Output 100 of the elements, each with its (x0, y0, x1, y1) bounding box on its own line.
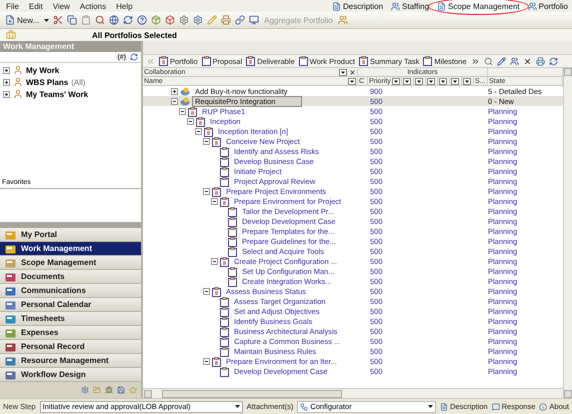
collapse-icon[interactable] (179, 108, 186, 115)
person-icon (13, 89, 23, 99)
collapse-icon[interactable] (195, 128, 202, 135)
dropdown-button[interactable] (348, 78, 356, 84)
nav-item[interactable]: Personal Record (0, 340, 141, 354)
dropdown-button[interactable] (439, 78, 447, 84)
globe-icon[interactable] (109, 15, 120, 25)
bug-icon[interactable] (105, 386, 113, 394)
people-icon (391, 2, 400, 10)
task-icon (228, 226, 237, 236)
view-tab[interactable]: Staffing (387, 0, 434, 12)
menu-item[interactable]: View (50, 2, 78, 10)
star-icon[interactable] (129, 386, 137, 394)
tree-item[interactable]: My Teams' Work (26, 90, 88, 98)
horizontal-scrollbar[interactable] (143, 388, 563, 398)
nav-item[interactable]: Expenses (0, 326, 141, 340)
nav-item[interactable]: Communications (0, 284, 141, 298)
tree-item[interactable]: My Work (26, 66, 60, 74)
nav-item[interactable]: Resource Management (0, 354, 141, 368)
link-icon[interactable] (235, 15, 246, 25)
nav-item[interactable]: Work Management (0, 242, 141, 256)
dropdown-button[interactable] (427, 78, 435, 84)
monitor-icon[interactable] (249, 15, 260, 25)
new-icon (5, 15, 15, 25)
splitter-handle[interactable] (0, 223, 141, 228)
view-tab[interactable]: Portfolio (524, 0, 572, 12)
save-icon[interactable] (117, 386, 125, 394)
expand-icon[interactable] (171, 88, 178, 95)
summary-task-icon (212, 356, 221, 366)
people-icon (528, 2, 537, 10)
search-icon[interactable] (95, 15, 106, 25)
expand-icon[interactable] (3, 90, 10, 98)
menu-item[interactable]: File (4, 2, 27, 10)
dropdown-button[interactable] (403, 78, 411, 84)
tree-item-note: (All) (71, 78, 86, 86)
help-icon[interactable] (137, 15, 148, 25)
more-icon[interactable] (470, 56, 480, 66)
menu-item[interactable]: Help (114, 2, 141, 10)
task-icon (202, 56, 211, 66)
refresh-icon[interactable] (123, 15, 134, 25)
nav-item[interactable]: Timesheets (0, 312, 141, 326)
task-icon (220, 166, 229, 176)
tree-item[interactable]: WBS Plans (26, 78, 68, 86)
package-icon[interactable] (151, 15, 162, 25)
paste-icon[interactable] (81, 15, 92, 25)
delete-icon[interactable] (522, 56, 532, 66)
collapse-icon[interactable] (203, 188, 210, 195)
close-icon[interactable] (349, 68, 356, 76)
refresh-icon[interactable] (130, 53, 138, 61)
printer-icon[interactable] (536, 56, 545, 66)
settings-icon[interactable] (81, 386, 89, 394)
menu-item[interactable]: Actions (78, 2, 114, 10)
copy-icon[interactable] (67, 15, 78, 25)
collapse-icon[interactable] (203, 288, 210, 295)
tab-label: Portfolio (538, 2, 568, 10)
settings-icon[interactable] (193, 15, 204, 25)
summary-task-icon (358, 56, 368, 66)
summary-task-icon (246, 56, 256, 66)
collapse-icon[interactable] (203, 138, 210, 145)
expand-icon[interactable] (3, 78, 10, 86)
collapse-icon[interactable] (187, 118, 194, 125)
refresh-icon[interactable] (548, 56, 558, 66)
printer-icon[interactable] (221, 15, 232, 25)
caret-icon (44, 18, 50, 22)
caret-icon (428, 405, 434, 408)
collapse-icon[interactable] (171, 98, 178, 105)
dropdown-button[interactable] (451, 78, 459, 84)
portfolio-title: All Portfolios Selected (92, 30, 177, 40)
settings-icon[interactable] (179, 15, 190, 25)
vertical-scrollbar[interactable] (563, 68, 572, 398)
dropdown-button[interactable] (392, 78, 400, 84)
nav-item[interactable]: Personal Calendar (0, 298, 141, 312)
collapse-icon[interactable] (211, 258, 218, 265)
task-icon (228, 246, 237, 256)
cut-icon[interactable] (53, 15, 64, 25)
search-icon[interactable] (484, 56, 493, 66)
summary-task-icon (212, 186, 221, 196)
expand-icon[interactable] (3, 66, 10, 74)
edit-icon[interactable] (496, 56, 506, 66)
view-tab[interactable]: Description (328, 0, 388, 12)
collapse-icon[interactable] (203, 358, 210, 365)
collapse-icon[interactable] (211, 198, 218, 205)
cube-icon[interactable] (165, 15, 176, 25)
module-icon (5, 286, 16, 296)
nav-item[interactable]: My Portal (0, 228, 141, 242)
module-icon (5, 272, 16, 282)
dropdown-button[interactable] (415, 78, 423, 84)
menu-item[interactable]: Edit (26, 2, 51, 10)
nav-item[interactable]: Scope Management (0, 256, 141, 270)
new-button[interactable]: New... (4, 15, 40, 25)
module-icon (5, 314, 16, 324)
summary-task-icon (196, 116, 205, 126)
task-icon (220, 366, 229, 376)
people-icon[interactable] (338, 15, 348, 25)
tab-label: Staffing (402, 2, 430, 10)
nav-item[interactable]: Workflow Design (0, 368, 141, 382)
people-icon[interactable] (510, 56, 519, 66)
dropdown-button[interactable] (339, 68, 347, 76)
dropdown-button[interactable] (463, 78, 471, 84)
nav-item[interactable]: Documents (0, 270, 141, 284)
